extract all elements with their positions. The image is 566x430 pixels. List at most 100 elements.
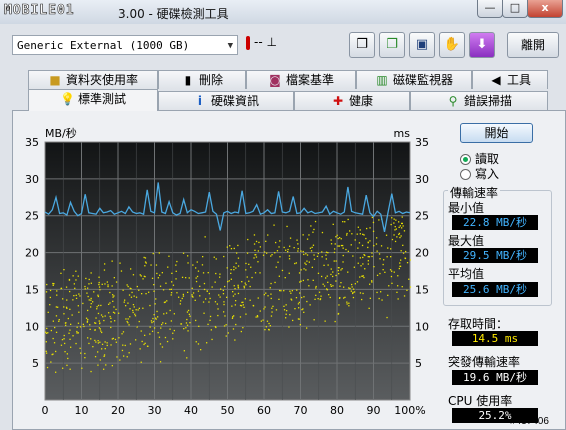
access-time-point	[314, 298, 316, 300]
access-time-point	[109, 315, 111, 318]
access-time-point	[400, 235, 402, 237]
access-time-point	[127, 318, 129, 320]
access-time-point	[182, 293, 184, 296]
y-tick-label-right: 5	[415, 357, 422, 370]
access-time-point	[283, 246, 285, 249]
access-time-point	[361, 244, 364, 247]
access-time-point	[203, 288, 206, 291]
access-time-point	[81, 367, 83, 369]
access-time-point	[99, 289, 101, 291]
access-time-point	[245, 313, 247, 315]
access-time-point	[90, 306, 92, 308]
access-time-point	[391, 238, 394, 241]
access-time-point	[180, 300, 182, 302]
access-time-point	[121, 333, 123, 335]
access-time-point	[138, 320, 140, 323]
access-time-point	[202, 301, 205, 303]
access-time-point	[271, 311, 273, 313]
access-time-point	[393, 271, 395, 273]
x-tick-label: 80	[330, 404, 344, 417]
access-time-point	[207, 323, 209, 325]
access-time-point	[188, 313, 190, 315]
access-time-point	[348, 305, 350, 307]
access-time-point	[243, 285, 245, 287]
access-time-point	[397, 275, 399, 277]
access-time-point	[133, 306, 135, 308]
access-time-point	[101, 348, 103, 350]
access-time-point	[103, 354, 106, 356]
access-time-point	[352, 288, 355, 290]
access-time-point	[204, 236, 206, 238]
access-time-point	[230, 269, 232, 271]
access-time-point	[256, 315, 259, 317]
access-time-point	[191, 287, 193, 289]
access-time-point	[321, 256, 323, 258]
min-value: 22.8 MB/秒	[452, 215, 538, 230]
access-time-point	[53, 342, 56, 344]
access-time-point	[356, 281, 359, 283]
access-time-point	[84, 357, 86, 359]
access-time-point	[314, 220, 317, 223]
start-button[interactable]: 開始	[460, 123, 533, 143]
access-time-point	[321, 251, 323, 253]
access-time-point	[341, 268, 343, 270]
access-time-point	[248, 280, 250, 282]
access-time-point	[100, 304, 102, 307]
access-time-point	[187, 330, 189, 332]
access-time-point	[242, 304, 244, 306]
access-time-point	[367, 246, 369, 249]
access-time-point	[348, 287, 350, 289]
access-time-point	[222, 289, 224, 292]
access-time-point	[168, 255, 170, 257]
x-tick-label: 10	[75, 404, 89, 417]
access-time-point	[306, 254, 309, 256]
access-time-point	[202, 272, 205, 274]
access-time-point	[378, 297, 380, 300]
access-time-point	[246, 276, 248, 278]
access-time-point	[312, 279, 314, 281]
access-time-point	[104, 263, 106, 265]
access-time-point	[63, 269, 65, 271]
access-time-point	[315, 285, 317, 288]
access-time-point	[127, 302, 129, 304]
access-time-point	[90, 272, 92, 274]
access-time-point	[306, 238, 309, 240]
access-time-point	[283, 305, 285, 307]
access-time-point	[94, 339, 96, 342]
access-time-point	[359, 257, 361, 259]
access-time-point	[203, 282, 206, 285]
access-time-point	[288, 258, 291, 260]
access-time-point	[134, 315, 137, 317]
access-time-point	[60, 272, 62, 274]
access-time-point	[363, 276, 365, 279]
access-time-point	[69, 329, 71, 331]
access-time-point	[112, 294, 114, 296]
access-time-point	[129, 316, 131, 318]
access-time-point	[230, 272, 232, 274]
access-time-point	[155, 264, 158, 266]
access-time-point	[340, 282, 342, 284]
access-time-point	[306, 327, 308, 329]
access-time-point	[104, 315, 106, 317]
access-time-point	[317, 272, 320, 274]
access-time-point	[363, 234, 365, 236]
access-time-point	[329, 296, 331, 299]
access-time-point	[192, 264, 194, 266]
tab-benchmark[interactable]: 💡 標準測試	[28, 89, 158, 111]
access-time-point	[263, 308, 265, 310]
access-time-point	[152, 320, 155, 323]
watermark: #437406	[510, 416, 549, 427]
access-time-point	[128, 294, 131, 296]
access-time-point	[389, 269, 392, 271]
access-time-point	[403, 230, 406, 232]
access-time-point	[178, 296, 180, 298]
access-time-point	[353, 291, 356, 293]
access-time-point	[237, 257, 240, 259]
access-time-point	[96, 308, 98, 310]
write-radio[interactable]: 寫入	[460, 165, 499, 182]
access-time-point	[346, 232, 348, 235]
access-time-point	[126, 320, 128, 323]
access-time-point	[227, 281, 229, 283]
access-time-point	[77, 322, 80, 324]
access-time-point	[237, 244, 239, 247]
